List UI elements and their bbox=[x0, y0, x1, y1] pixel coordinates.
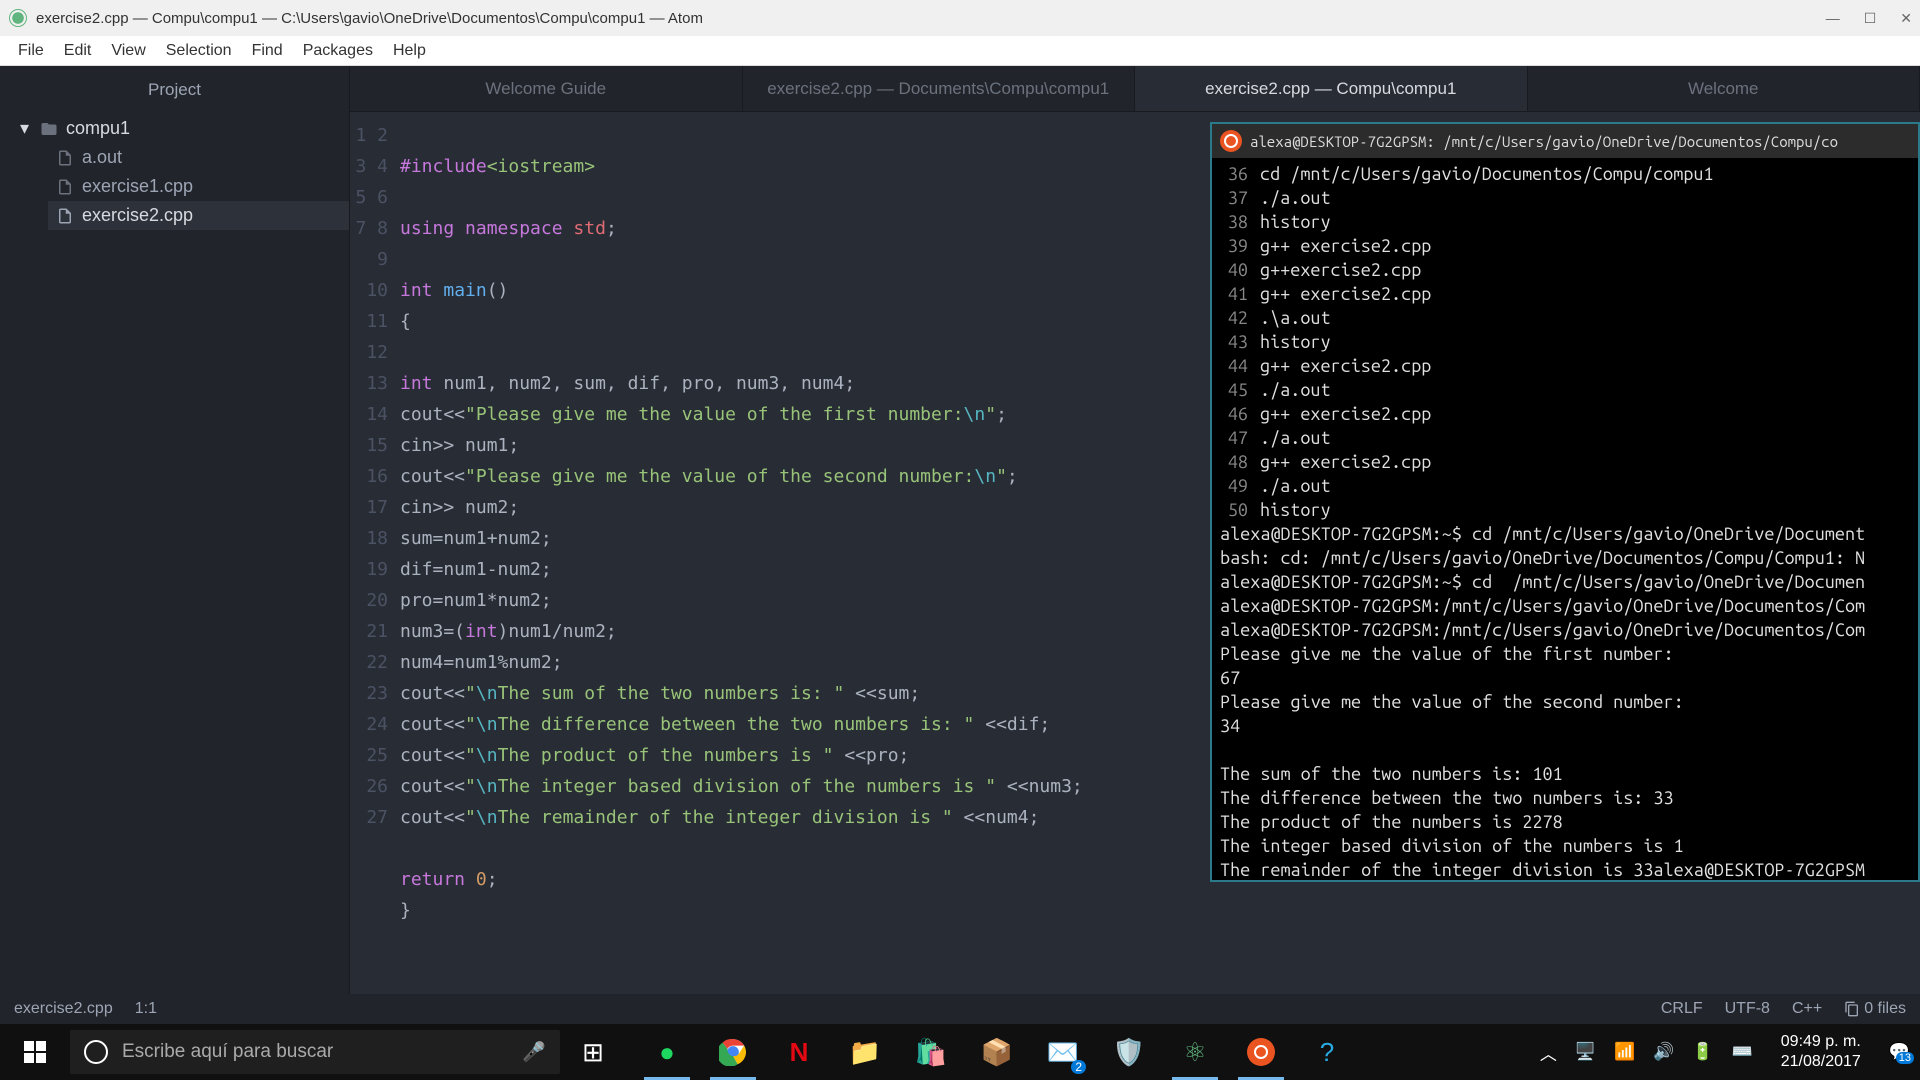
search-placeholder: Escribe aquí para buscar bbox=[122, 1041, 333, 1063]
cortana-icon bbox=[84, 1040, 108, 1064]
menu-bar: File Edit View Selection Find Packages H… bbox=[0, 36, 1920, 66]
status-encoding[interactable]: UTF-8 bbox=[1725, 1000, 1770, 1018]
menu-selection[interactable]: Selection bbox=[156, 38, 242, 64]
ubuntu-icon bbox=[1220, 130, 1242, 152]
file-label: exercise2.cpp bbox=[82, 205, 193, 226]
task-view-button[interactable]: ⊞ bbox=[560, 1024, 626, 1080]
taskbar-chrome[interactable] bbox=[700, 1024, 766, 1080]
taskbar-atom[interactable]: ⚛ bbox=[1162, 1024, 1228, 1080]
taskbar-spotify[interactable]: ● bbox=[634, 1024, 700, 1080]
tab-exercise2-documents[interactable]: exercise2.cpp — Documents\Compu\compu1 bbox=[743, 66, 1136, 111]
status-bar: exercise2.cpp 1:1 CRLF UTF-8 C++ 0 files bbox=[0, 994, 1920, 1024]
taskbar-mail[interactable]: ✉️2 bbox=[1030, 1024, 1096, 1080]
minimize-button[interactable]: — bbox=[1826, 10, 1840, 27]
windows-logo-icon bbox=[24, 1041, 46, 1063]
tree-folder-root[interactable]: ▾ compu1 bbox=[12, 114, 349, 143]
tab-label: exercise2.cpp — Compu\compu1 bbox=[1205, 79, 1456, 99]
tab-label: exercise2.cpp — Documents\Compu\compu1 bbox=[767, 79, 1109, 99]
mic-icon[interactable]: 🎤 bbox=[522, 1040, 546, 1064]
terminal-window[interactable]: alexa@DESKTOP-7G2GPSM: /mnt/c/Users/gavi… bbox=[1210, 122, 1920, 882]
taskbar-explorer[interactable]: 📁 bbox=[832, 1024, 898, 1080]
tab-exercise2-compu[interactable]: exercise2.cpp — Compu\compu1 bbox=[1135, 66, 1528, 111]
chrome-icon bbox=[719, 1038, 747, 1066]
menu-file[interactable]: File bbox=[8, 38, 54, 64]
tab-welcome[interactable]: Welcome bbox=[1528, 66, 1920, 111]
status-position[interactable]: 1:1 bbox=[135, 1000, 157, 1018]
taskbar-help[interactable]: ? bbox=[1294, 1024, 1360, 1080]
tray-display-icon[interactable]: 🖥️ bbox=[1575, 1042, 1596, 1062]
taskbar-store[interactable]: 🛍️ bbox=[898, 1024, 964, 1080]
windows-taskbar: Escribe aquí para buscar 🎤 ⊞ ● N 📁 🛍️ 📦 … bbox=[0, 1024, 1920, 1080]
tray-chevron-icon[interactable]: ︿ bbox=[1540, 1040, 1557, 1065]
files-icon bbox=[1844, 1001, 1860, 1017]
editor-tabs: Welcome Guide exercise2.cpp — Documents\… bbox=[350, 66, 1920, 112]
taskbar-dropbox[interactable]: 📦 bbox=[964, 1024, 1030, 1080]
line-gutter: 1 2 3 4 5 6 7 8 9 10 11 12 13 14 15 16 1… bbox=[350, 112, 400, 994]
menu-view[interactable]: View bbox=[101, 38, 155, 64]
tray-volume-icon[interactable]: 🔊 bbox=[1653, 1042, 1674, 1062]
taskbar-netflix[interactable]: N bbox=[766, 1024, 832, 1080]
status-files-label: 0 files bbox=[1864, 1000, 1906, 1018]
menu-find[interactable]: Find bbox=[242, 38, 293, 64]
terminal-titlebar[interactable]: alexa@DESKTOP-7G2GPSM: /mnt/c/Users/gavi… bbox=[1212, 124, 1918, 158]
tray-battery-icon[interactable]: 🔋 bbox=[1692, 1042, 1713, 1062]
taskbar-search[interactable]: Escribe aquí para buscar 🎤 bbox=[70, 1030, 560, 1074]
status-eol[interactable]: CRLF bbox=[1661, 1000, 1703, 1018]
tray-wifi-icon[interactable]: 📶 bbox=[1614, 1042, 1635, 1062]
mail-badge: 2 bbox=[1071, 1060, 1086, 1074]
terminal-title: alexa@DESKTOP-7G2GPSM: /mnt/c/Users/gavi… bbox=[1250, 133, 1838, 150]
file-label: a.out bbox=[82, 147, 122, 168]
tree-file[interactable]: a.out bbox=[48, 143, 349, 172]
folder-icon bbox=[40, 120, 58, 138]
atom-logo-icon bbox=[8, 8, 28, 28]
maximize-button[interactable]: ☐ bbox=[1864, 10, 1877, 27]
window-title: exercise2.cpp — Compu\compu1 — C:\Users\… bbox=[36, 10, 703, 27]
taskbar-clock[interactable]: 09:49 p. m. 21/08/2017 bbox=[1771, 1032, 1871, 1072]
status-files[interactable]: 0 files bbox=[1844, 1000, 1906, 1018]
clock-time: 09:49 p. m. bbox=[1781, 1032, 1861, 1052]
window-titlebar: exercise2.cpp — Compu\compu1 — C:\Users\… bbox=[0, 0, 1920, 36]
tray-keyboard-icon[interactable]: ⌨️ bbox=[1732, 1042, 1753, 1062]
ubuntu-icon bbox=[1247, 1038, 1275, 1066]
taskbar-ubuntu[interactable] bbox=[1228, 1024, 1294, 1080]
file-icon bbox=[56, 149, 74, 167]
menu-help[interactable]: Help bbox=[383, 38, 436, 64]
menu-edit[interactable]: Edit bbox=[54, 38, 102, 64]
start-button[interactable] bbox=[0, 1024, 70, 1080]
file-icon bbox=[56, 178, 74, 196]
tab-label: Welcome Guide bbox=[485, 79, 606, 99]
status-file[interactable]: exercise2.cpp bbox=[14, 1000, 113, 1018]
tab-label: Welcome bbox=[1688, 79, 1759, 99]
taskbar-defender[interactable]: 🛡️ bbox=[1096, 1024, 1162, 1080]
close-button[interactable]: ✕ bbox=[1900, 10, 1912, 27]
terminal-body[interactable]: 36cd /mnt/c/Users/gavio/Documentos/Compu… bbox=[1212, 158, 1918, 882]
tab-welcome-guide[interactable]: Welcome Guide bbox=[350, 66, 743, 111]
sidebar-header: Project bbox=[0, 66, 349, 114]
file-label: exercise1.cpp bbox=[82, 176, 193, 197]
system-tray: ︿ 🖥️ 📶 🔊 🔋 ⌨️ 09:49 p. m. 21/08/2017 💬13 bbox=[1530, 1032, 1920, 1072]
notif-badge: 13 bbox=[1896, 1052, 1914, 1064]
menu-packages[interactable]: Packages bbox=[293, 38, 383, 64]
tree-file-active[interactable]: exercise2.cpp bbox=[48, 201, 349, 230]
clock-date: 21/08/2017 bbox=[1781, 1052, 1861, 1072]
code-content[interactable]: #include<iostream> using namespace std; … bbox=[400, 112, 1083, 994]
file-icon bbox=[56, 207, 74, 225]
notifications-icon[interactable]: 💬13 bbox=[1889, 1042, 1910, 1062]
tree-file[interactable]: exercise1.cpp bbox=[48, 172, 349, 201]
chevron-down-icon: ▾ bbox=[20, 118, 32, 139]
folder-label: compu1 bbox=[66, 118, 130, 139]
status-lang[interactable]: C++ bbox=[1792, 1000, 1822, 1018]
project-sidebar: Project ▾ compu1 a.out exercise1.cpp exe… bbox=[0, 66, 350, 994]
